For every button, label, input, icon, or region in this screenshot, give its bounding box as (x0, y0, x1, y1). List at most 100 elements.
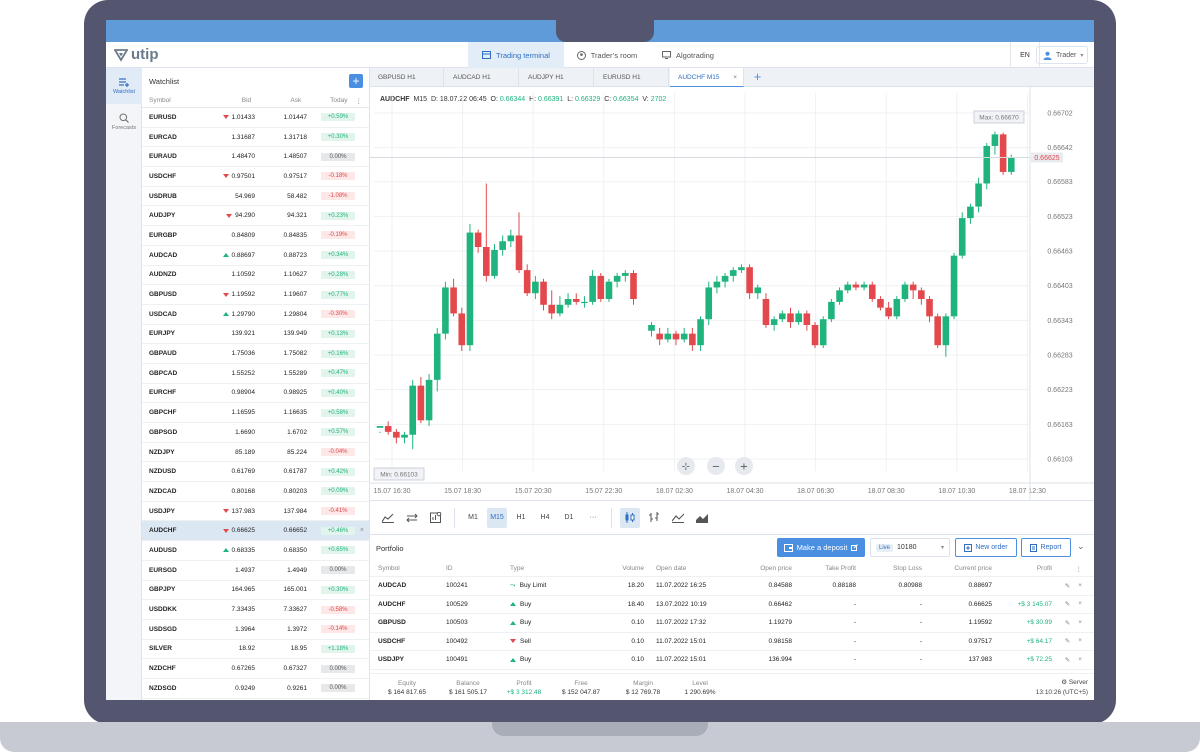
timeframe-button[interactable]: D1 (559, 508, 579, 528)
compare-button[interactable] (402, 508, 422, 528)
watchlist-row[interactable]: NZDCAD 0.80168 0.80203 +0.09% (142, 482, 369, 502)
watchlist-row[interactable]: GBPCHF 1.16595 1.16635 +0.58% (142, 403, 369, 423)
watchlist-row[interactable]: AUDJPY 94.290 94.321 +0.23% (142, 206, 369, 227)
watchlist-row[interactable]: NZDJPY 85.189 85.224 -0.04% (142, 443, 369, 463)
chart-tab[interactable]: GBPUSD H1 (370, 68, 444, 87)
today-cell: +0.34% (307, 251, 355, 260)
timeframe-button[interactable]: M1 (463, 508, 483, 528)
watchlist-row[interactable]: SILVER 18.92 18.95 +1.18% (142, 640, 369, 660)
watchlist-row[interactable]: USDSGD 1.3964 1.3972 -0.14% (142, 620, 369, 640)
watchlist-row[interactable]: EURSGD 1.4937 1.4949 0.00% (142, 561, 369, 581)
nav-tab-trading-terminal[interactable]: Trading terminal (468, 42, 564, 68)
watchlist-row[interactable]: EURJPY 139.921 139.949 +0.13% (142, 325, 369, 345)
brand-logo[interactable]: utip (114, 46, 159, 63)
add-symbol-button[interactable]: + (349, 74, 363, 88)
indicators-button[interactable] (378, 508, 398, 528)
timeframe-button[interactable]: H1 (511, 508, 531, 528)
watchlist-row[interactable]: EURUSD 1.01433 1.01447 +0.59% (142, 108, 369, 128)
nav-tab-algotrading[interactable]: Algotrading (650, 42, 726, 68)
close-position-icon[interactable]: × (1078, 637, 1082, 645)
position-row[interactable]: AUDCAD 100241 ⤳ Buy Limit 18.20 11.07.2022 16… (370, 577, 1094, 596)
watchlist-row[interactable]: USDCHF 0.97501 0.97517 -0.18% (142, 167, 369, 187)
bid-cell: 0.84809 (207, 232, 256, 239)
close-position-icon[interactable]: × (1078, 656, 1082, 664)
watchlist-row[interactable]: USDJPY 137.983 137.984 -0.41% (142, 502, 369, 522)
watchlist-row[interactable]: GBPAUD 1.75036 1.75082 +0.16% (142, 344, 369, 364)
edit-icon[interactable]: ✎ (1065, 637, 1070, 645)
timeframe-button[interactable]: H4 (535, 508, 555, 528)
chart-tab[interactable]: AUDJPY H1 (520, 68, 594, 87)
close-position-icon[interactable]: × (1078, 582, 1082, 590)
zoom-in-button[interactable]: + (735, 457, 753, 475)
timeframe-button[interactable]: ··· (583, 508, 603, 528)
user-menu[interactable]: Trader ▾ (1036, 46, 1088, 64)
new-order-button[interactable]: New order (955, 538, 1017, 557)
kebab-menu-icon[interactable]: ⋮ (1052, 565, 1083, 573)
edit-icon[interactable]: ✎ (1065, 600, 1070, 608)
watchlist-row[interactable]: USDRUB 54.969 58.482 -1.08% (142, 187, 369, 207)
chart-tab[interactable]: AUDCHF M15 × (670, 68, 744, 87)
collapse-panel-icon[interactable]: ⌄ (1077, 541, 1085, 552)
close-position-icon[interactable]: × (1078, 600, 1082, 608)
watchlist-row[interactable]: USDDKK 7.33435 7.33627 -0.58% (142, 600, 369, 620)
area-type-button[interactable] (692, 508, 712, 528)
watchlist-row[interactable]: EURCAD 1.31687 1.31718 +0.30% (142, 128, 369, 148)
position-take-profit: - (853, 637, 856, 645)
today-cell: 0.00% (307, 152, 355, 161)
watchlist-row[interactable]: EURGBP 0.84809 0.84835 -0.19% (142, 226, 369, 246)
watchlist-row[interactable]: EURCHF 0.98904 0.98925 +0.40% (142, 384, 369, 404)
watchlist-row[interactable]: NZDUSD 0.61769 0.61787 +0.42% (142, 462, 369, 483)
account-selector[interactable]: Live 10180 ▾ (870, 538, 950, 557)
bars-type-button[interactable] (644, 508, 664, 528)
edit-icon[interactable]: ✎ (1065, 582, 1070, 590)
watchlist-row[interactable]: GBPCAD 1.55252 1.55289 +0.47% (142, 364, 369, 384)
kebab-menu-icon[interactable]: ⋮ (356, 97, 363, 105)
chart-tab[interactable]: AUDCAD H1 (445, 68, 519, 87)
nav-tab-traders-room[interactable]: Trader’s room (564, 42, 650, 68)
position-row[interactable]: AUDCHF 100529 Buy 18.40 13.07.2022 10:19 0.66… (370, 596, 1094, 614)
sidebar-item-forecasts[interactable]: Forecasts (106, 104, 142, 140)
candles-type-button[interactable] (620, 507, 640, 528)
chart-settings-button[interactable] (426, 508, 446, 528)
change-badge: -0.14% (321, 625, 355, 634)
close-position-icon[interactable]: × (1078, 619, 1082, 627)
timeframe-button[interactable]: M15 (487, 507, 507, 528)
today-cell: -0.04% (307, 448, 355, 457)
zoom-out-button[interactable]: − (707, 457, 725, 475)
symbol: EURJPY (149, 330, 176, 338)
price-chart[interactable]: 0.66702 0.66642 0.66583 0.66523 0.66463 0.664… (370, 87, 1094, 500)
watchlist-row[interactable]: NZDSGD 0.9249 0.9261 0.00% (142, 679, 369, 699)
y-tick-label: 0.66583 (1047, 179, 1072, 186)
watchlist-row[interactable]: NZDCHF 0.67265 0.67327 0.00% (142, 659, 369, 679)
sidebar-item-watchlist[interactable]: Watchlist (106, 68, 142, 104)
position-row[interactable]: GBPUSD 100503 Buy 0.10 11.07.2022 17:32 1.192… (370, 614, 1094, 633)
position-row[interactable]: USDCHF 100492 Sell 0.10 11.07.2022 15:01 0.98… (370, 633, 1094, 651)
watchlist-row[interactable]: AUDCAD 0.88697 0.88723 +0.34% (142, 246, 369, 266)
today-cell: +0.30% (307, 585, 355, 594)
change-badge: +0.23% (321, 211, 355, 220)
add-chart-tab-button[interactable]: + (750, 70, 765, 85)
ask-price: 1.3972 (287, 625, 307, 633)
candle-body (597, 275, 605, 299)
close-tab-icon[interactable]: × (733, 74, 737, 81)
bid-price: 54.969 (235, 192, 255, 200)
reset-zoom-button[interactable]: ⊹ (677, 457, 695, 475)
edit-icon[interactable]: ✎ (1065, 619, 1070, 627)
bid-cell: 0.88697 (207, 252, 255, 259)
remove-symbol-icon[interactable]: × (360, 527, 364, 534)
edit-icon[interactable]: ✎ (1065, 656, 1070, 664)
watchlist-row[interactable]: GBPSGD 1.6690 1.6702 +0.57% (142, 423, 369, 443)
position-row[interactable]: USDJPY 100491 Buy 0.10 11.07.2022 15:01 136.9… (370, 651, 1094, 670)
watchlist-row[interactable]: AUDUSD 0.68335 0.68350 +0.65% (142, 541, 369, 561)
watchlist-row[interactable]: EURAUD 1.48470 1.48507 0.00% (142, 147, 369, 168)
report-button[interactable]: Report (1021, 538, 1071, 557)
watchlist-row[interactable]: AUDCHF 0.66625 0.66652 +0.46% × (142, 521, 369, 542)
make-deposit-button[interactable]: Make a deposit (777, 538, 865, 557)
line-type-button[interactable] (668, 508, 688, 528)
watchlist-row[interactable]: GBPJPY 164.965 165.001 +0.30% (142, 581, 369, 601)
watchlist-row[interactable]: AUDNZD 1.10592 1.10627 +0.28% (142, 266, 369, 286)
candle-body (548, 304, 556, 314)
chart-tab[interactable]: EURUSD H1 (595, 68, 669, 87)
watchlist-row[interactable]: GBPUSD 1.19592 1.19607 +0.77% (142, 285, 369, 305)
watchlist-row[interactable]: USDCAD 1.29790 1.29804 -0.30% (142, 305, 369, 325)
